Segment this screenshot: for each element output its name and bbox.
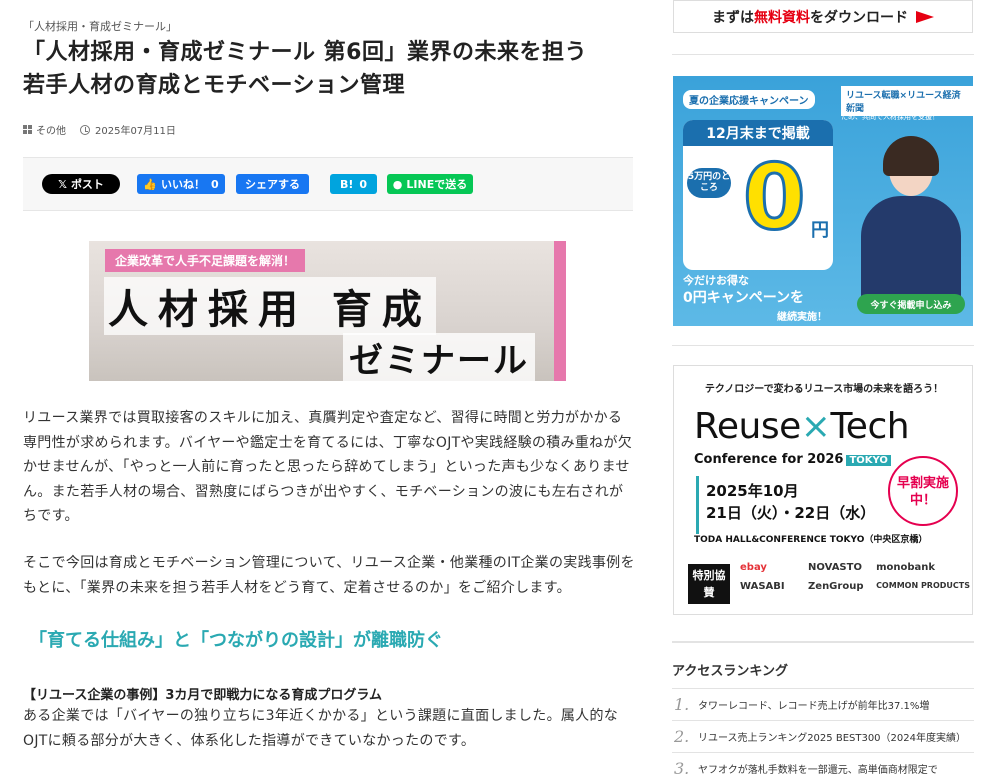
hatena-label: B! (339, 177, 354, 191)
share-bar: 𝕏 ポスト 👍 いいね！ 0 シェアする B! 0 ● LINEで送る (23, 157, 633, 211)
ranking-heading: アクセスランキング (672, 664, 788, 679)
novasto-logo: NOVASTO (808, 562, 862, 573)
monobank-logo: monobank (876, 562, 936, 573)
hatena-bookmark-button[interactable]: B! 0 (330, 174, 377, 194)
category-tag[interactable]: 「人材採用・育成ゼミナール」 (23, 18, 177, 34)
ad1-zero: 0 (742, 145, 808, 250)
download-cta-banner[interactable]: まずは 無料資料 をダウンロード (673, 0, 973, 33)
zengroup-logo: ZenGroup (808, 581, 864, 592)
ad2-conference: Conference for 2026 TOKYO (694, 452, 891, 467)
section-heading: 「育てる仕組み」と「つながりの設計」が離職防ぐ (29, 630, 443, 651)
meta-date: 2025年07月11日 (95, 126, 176, 137)
ad2-title-x: × (800, 406, 831, 447)
ranking-item[interactable]: 3. ヤフオクが落札手数料を一部還元、高単価商材限定で (672, 752, 974, 775)
ad2-head: テクノロジーで変わるリユース市場の未来を語ろう！ (704, 384, 944, 395)
banner-seminar: ゼミナール (343, 333, 535, 381)
ad1-bottom2: 0円キャンペーンを (683, 290, 805, 306)
banner-accent-bar (554, 241, 566, 381)
share-label: シェアする (245, 178, 300, 191)
ad2-title-b: Tech (830, 406, 910, 447)
ad2-date1: 2025年10月 (706, 482, 799, 500)
title-line-1: 「人材採用・育成ゼミナール 第6回」業界の未来を担う (23, 40, 587, 65)
reuse-tech-conference-ad[interactable]: テクノロジーで変わるリユース市場の未来を語ろう！ Reuse×Tech Conf… (673, 365, 973, 615)
line-label: LINEで送る (406, 178, 468, 191)
paragraph-3: ある企業では「バイヤーの独り立ちに3年近くかかる」という課題に直面しました。属人… (23, 708, 619, 749)
ad1-yen: 円 (811, 220, 829, 241)
title-line-2: 若手人材の育成とモチベーション管理 (23, 73, 406, 98)
thumbs-up-icon: 👍 (143, 177, 158, 191)
ad1-pill: 5万円のところ (687, 168, 731, 198)
ranking-title[interactable]: タワーレコード、レコード売上げが前年比37.1%増 (698, 697, 929, 712)
ad1-tagline: 夏の企業応援キャンペーン (683, 90, 815, 109)
ranking-title[interactable]: ヤフオクが落札手数料を一部還元、高単価商材限定で (698, 761, 938, 775)
seminar-banner-image: 企業改革で人手不足課題を解消！ 人材採用 育成 ゼミナール (89, 241, 566, 381)
category-icon (23, 125, 32, 134)
like-count: 0 (211, 177, 219, 191)
cta-pre: まずは (712, 9, 754, 26)
ad2-sponsor-label: 特別協賛 (688, 564, 730, 604)
facebook-share-button[interactable]: シェアする (236, 174, 309, 194)
clock-icon (80, 124, 90, 135)
ad2-date2: 21日（火）・22日（水） (706, 504, 876, 522)
common-products-logo: COMMON PRODUCTS (876, 581, 970, 590)
ad1-card: 12月末まで掲載 5万円のところ 0 円 (683, 120, 833, 270)
ad1-bottom1: 今だけお得な (683, 274, 749, 287)
ad1-model-image (855, 136, 965, 296)
ad2-accent-bar (696, 476, 699, 534)
article-meta: その他 2025年07月11日 (23, 122, 176, 137)
ranking-number: 3. (674, 759, 690, 775)
ranking-item[interactable]: 1. タワーレコード、レコード売上げが前年比37.1%増 (672, 688, 974, 720)
banner-subtitle: 企業改革で人手不足課題を解消！ (105, 249, 306, 272)
ad2-title-a: Reuse (694, 406, 801, 447)
cta-post: をダウンロード (810, 9, 908, 26)
ad1-lead: リユース業界の持続的な発展・成長のため、共同で人材採用を支援！ (841, 103, 960, 121)
case-title: 【リユース企業の事例】3カ月で即戦力になる育成プログラム (23, 688, 383, 703)
sidebar-divider (672, 641, 974, 643)
ranking-number: 2. (674, 727, 690, 746)
meta-category[interactable]: その他 (36, 122, 66, 137)
ad2-venue: TODA HALL&CONFERENCE TOKYO（中央区京橋） (694, 535, 928, 545)
line-icon: ● (392, 177, 403, 191)
article-title: 「人材採用・育成ゼミナール 第6回」業界の未来を担う 若手人材の育成とモチベーシ… (23, 36, 635, 102)
paragraph-1: リユース業界では買取接客のスキルに加え、真贋判定や査定など、習得に時間と労力がか… (23, 410, 633, 524)
ad2-title: Reuse×Tech (694, 406, 910, 447)
facebook-like-button[interactable]: 👍 いいね！ 0 (137, 174, 225, 194)
paragraph-2: そこで今回は育成とモチベーション管理について、リユース企業・他業種のIT企業の実… (23, 555, 635, 596)
line-send-button[interactable]: ● LINEで送る (387, 174, 473, 194)
x-post-button[interactable]: 𝕏 ポスト (42, 174, 120, 194)
ranking-number: 1. (674, 695, 690, 714)
ebay-logo: ebay (740, 562, 767, 573)
ad1-card-head: 12月末まで掲載 (683, 120, 833, 146)
banner-title: 人材採用 育成 (104, 277, 436, 335)
ad1-apply-button[interactable]: 今すぐ掲載申し込み (857, 294, 965, 314)
sidebar-divider (672, 54, 974, 55)
campaign-ad-banner[interactable]: 夏の企業応援キャンペーン リユース転職×リユース経済新聞 リユース業界の持続的な… (673, 76, 973, 326)
ad2-conf-label: Conference for 2026 (694, 452, 844, 467)
ad2-early-badge: 早割実施中！ (888, 456, 958, 526)
ad1-bottom3: 継続実施！ (777, 312, 827, 323)
ranking-list: 1. タワーレコード、レコード売上げが前年比37.1%増 2. リユース売上ラン… (672, 688, 974, 775)
like-label: いいね！ (161, 178, 206, 191)
ad2-sponsor-logos: ebay NOVASTO monobank WASABI ZenGroup CO… (740, 562, 970, 592)
x-post-label: ポスト (70, 178, 104, 191)
cta-red: 無料資料 (754, 9, 810, 26)
sidebar-divider (672, 345, 974, 346)
ranking-item[interactable]: 2. リユース売上ランキング2025 BEST300（2024年度実績） (672, 720, 974, 752)
hatena-count: 0 (359, 177, 368, 191)
arrow-right-icon (916, 10, 934, 23)
ad2-tokyo: TOKYO (846, 455, 891, 466)
wasabi-logo: WASABI (740, 581, 785, 592)
ranking-title[interactable]: リユース売上ランキング2025 BEST300（2024年度実績） (698, 729, 966, 744)
x-icon: 𝕏 (58, 177, 67, 191)
